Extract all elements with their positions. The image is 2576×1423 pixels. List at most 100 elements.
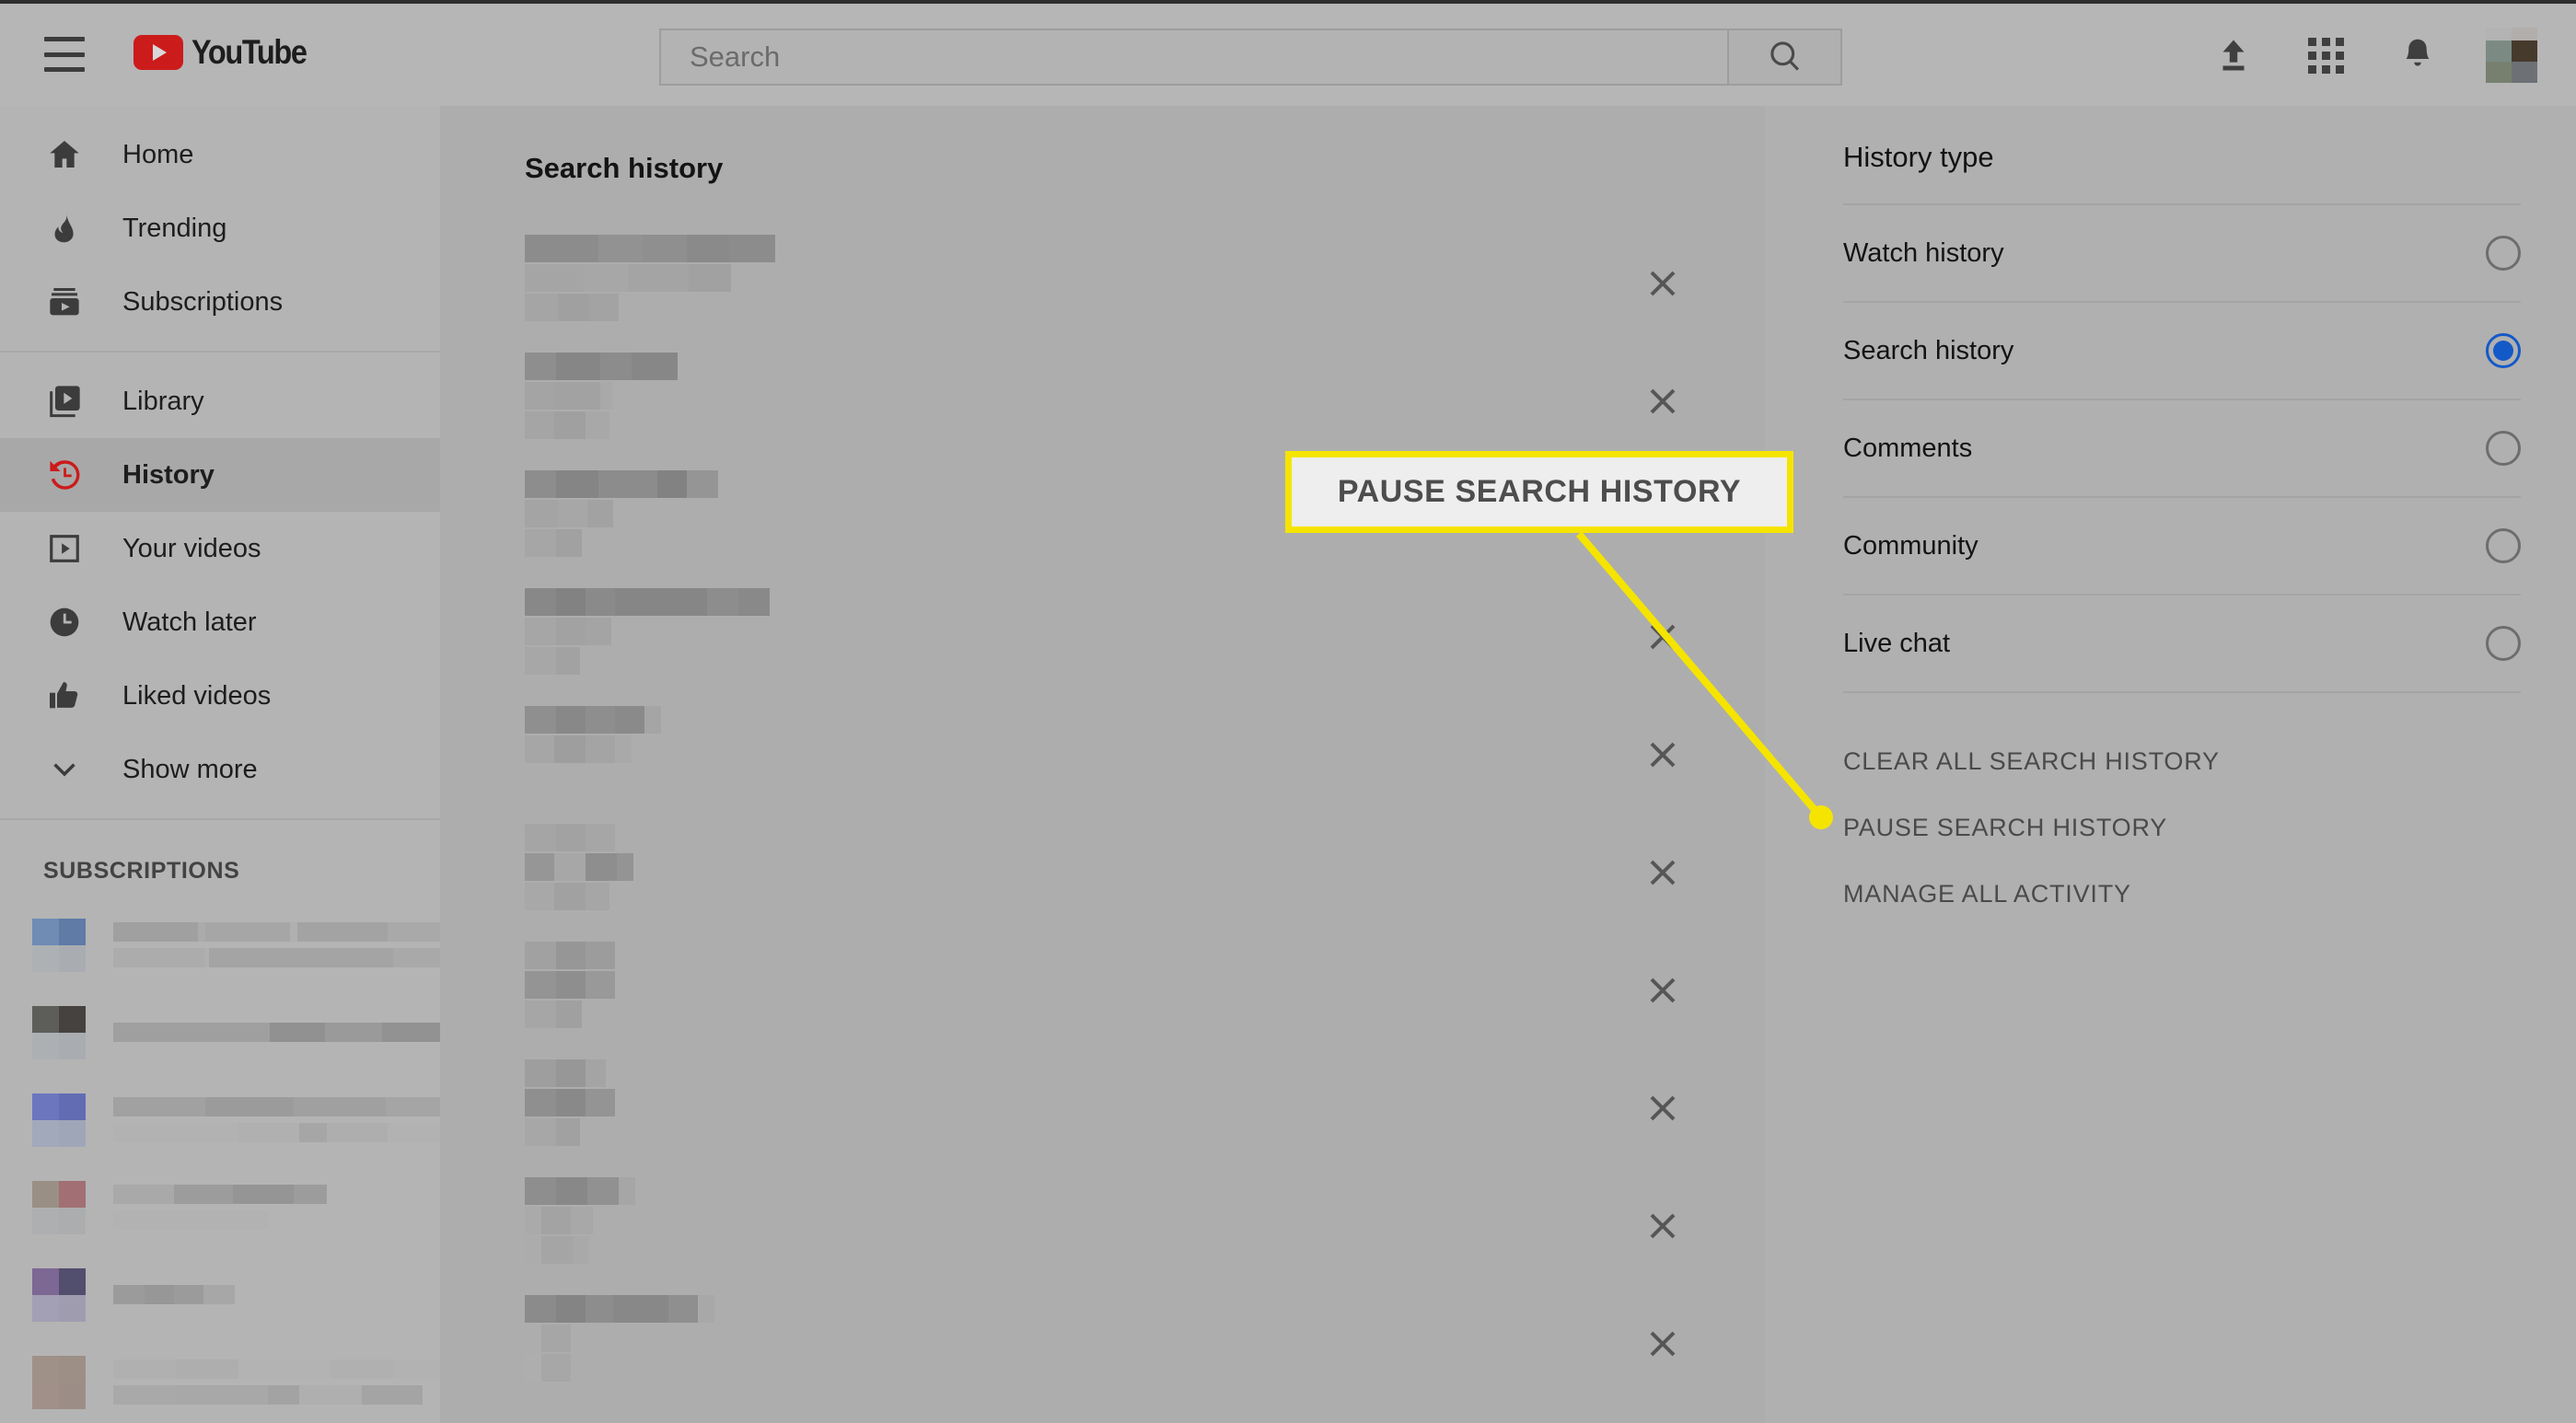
close-x-icon [1647, 1093, 1678, 1124]
radio-button[interactable] [2486, 333, 2521, 368]
youtube-play-badge-icon [133, 35, 183, 70]
action-pause-search-history[interactable]: PAUSE SEARCH HISTORY [1843, 794, 2521, 861]
sidebar-item-your-videos[interactable]: Your videos [0, 512, 440, 585]
search-history-item[interactable] [440, 1047, 1765, 1164]
sidebar-item-liked-videos[interactable]: Liked videos [0, 659, 440, 733]
sidebar-library-section: Library History Your videos Watch later … [0, 351, 440, 818]
close-x-icon [1647, 621, 1678, 653]
sidebar-item-label: Show more [122, 754, 258, 784]
history-type-option-search-history[interactable]: Search history [1843, 301, 2521, 399]
sidebar-item-subscriptions[interactable]: Subscriptions [0, 265, 440, 339]
sidebar-item-history[interactable]: History [0, 438, 440, 512]
action-clear-all-search-history[interactable]: CLEAR ALL SEARCH HISTORY [1843, 728, 2521, 794]
option-label: Community [1843, 530, 1978, 561]
sidebar-primary-section: Home Trending Subscriptions [0, 106, 440, 351]
radio-button[interactable] [2486, 236, 2521, 271]
history-clock-icon [43, 454, 86, 496]
sidebar-item-label: Home [122, 139, 194, 169]
search-history-item[interactable] [440, 340, 1765, 457]
hamburger-menu-icon[interactable] [44, 37, 85, 72]
search-history-item[interactable] [440, 575, 1765, 693]
remove-search-entry-button[interactable] [1640, 850, 1686, 896]
sidebar-subscription-item[interactable] [0, 901, 440, 989]
history-type-option-comments[interactable]: Comments [1843, 399, 2521, 496]
close-x-icon [1647, 386, 1678, 417]
search-query-redacted [525, 942, 615, 1028]
remove-search-entry-button[interactable] [1640, 967, 1686, 1013]
remove-search-entry-button[interactable] [1640, 732, 1686, 778]
your-videos-icon [43, 527, 86, 570]
sidebar-subscription-item[interactable] [0, 989, 440, 1076]
channel-avatar [32, 1005, 86, 1059]
search-history-item[interactable] [440, 1282, 1765, 1400]
apps-grid-icon[interactable] [2302, 31, 2350, 79]
upload-icon[interactable] [2210, 31, 2257, 79]
chevron-down-icon [43, 748, 86, 791]
channel-name-redacted [113, 1185, 327, 1230]
search-query-redacted [525, 353, 678, 439]
history-type-option-community[interactable]: Community [1843, 496, 2521, 594]
youtube-wordmark: YouTube [191, 33, 307, 71]
page-title: Search history [525, 152, 724, 184]
action-manage-all-activity[interactable]: MANAGE ALL ACTIVITY [1843, 861, 2521, 927]
remove-search-entry-button[interactable] [1640, 260, 1686, 307]
sidebar-subscription-item[interactable] [0, 1251, 440, 1338]
sidebar-subscription-item[interactable] [0, 1076, 440, 1163]
sidebar-item-show-more[interactable]: Show more [0, 733, 440, 806]
app-header: YouTube [0, 4, 2576, 106]
subscriptions-heading: SUBSCRIPTIONS [43, 858, 240, 884]
radio-button[interactable] [2486, 431, 2521, 466]
radio-button[interactable] [2486, 528, 2521, 563]
sidebar-item-watch-later[interactable]: Watch later [0, 585, 440, 659]
history-type-option-watch-history[interactable]: Watch history [1843, 203, 2521, 301]
sidebar-subscription-item[interactable] [0, 1163, 440, 1251]
search-history-item[interactable] [440, 693, 1765, 811]
sidebar-subscription-item[interactable] [0, 1338, 440, 1423]
channel-avatar [32, 1355, 86, 1409]
sidebar-item-label: Liked videos [122, 680, 272, 711]
search-input[interactable] [690, 40, 1727, 74]
left-sidebar: Home Trending Subscriptions Library Hist… [0, 106, 440, 1423]
search-history-item[interactable] [440, 222, 1765, 340]
trending-flame-icon [43, 207, 86, 249]
search-history-item[interactable] [440, 811, 1765, 929]
close-x-icon [1647, 975, 1678, 1006]
library-icon [43, 380, 86, 422]
remove-search-entry-button[interactable] [1640, 1085, 1686, 1131]
search-query-redacted [525, 706, 661, 763]
sidebar-item-trending[interactable]: Trending [0, 191, 440, 265]
remove-search-entry-button[interactable] [1640, 378, 1686, 424]
close-x-icon [1647, 268, 1678, 299]
search-submit-button[interactable] [1727, 29, 1842, 86]
search-input-container[interactable] [659, 29, 1727, 86]
history-type-option-live-chat[interactable]: Live chat [1843, 594, 2521, 691]
search-query-redacted [525, 1177, 635, 1264]
option-label: Live chat [1843, 628, 1951, 658]
radio-button[interactable] [2486, 626, 2521, 661]
sidebar-item-label: History [122, 459, 215, 490]
search-query-redacted [525, 235, 775, 321]
search-history-item[interactable] [440, 1164, 1765, 1282]
sidebar-item-home[interactable]: Home [0, 118, 440, 191]
search-query-redacted [525, 470, 718, 557]
account-avatar[interactable] [2486, 28, 2537, 83]
channel-avatar [32, 1093, 86, 1147]
remove-search-entry-button[interactable] [1640, 614, 1686, 660]
search-history-list [440, 222, 1765, 1400]
search-history-item[interactable] [440, 929, 1765, 1047]
close-x-icon [1647, 1328, 1678, 1359]
remove-search-entry-button[interactable] [1640, 1321, 1686, 1367]
search-query-redacted [525, 588, 770, 675]
remove-search-entry-button[interactable] [1640, 1203, 1686, 1249]
youtube-logo[interactable]: YouTube [133, 33, 322, 72]
home-icon [43, 133, 86, 176]
notifications-bell-icon[interactable] [2394, 31, 2442, 79]
close-x-icon [1647, 739, 1678, 770]
history-type-title: History type [1843, 141, 1994, 173]
search-query-redacted [525, 1059, 615, 1146]
sidebar-item-label: Your videos [122, 533, 261, 563]
sidebar-item-label: Library [122, 386, 204, 416]
channel-name-redacted [113, 922, 440, 967]
search-icon [1770, 41, 1799, 71]
sidebar-item-library[interactable]: Library [0, 364, 440, 438]
